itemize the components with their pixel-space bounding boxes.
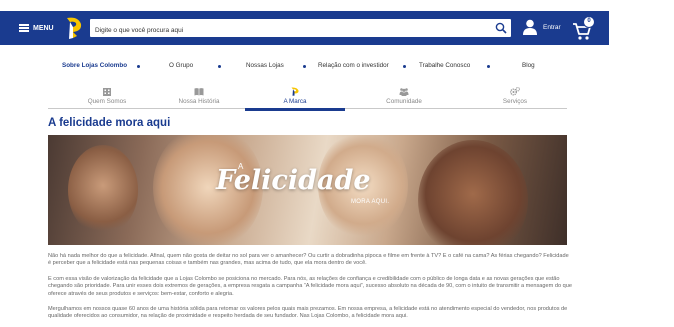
search-input[interactable] bbox=[90, 21, 485, 40]
tab-label: Serviços bbox=[502, 98, 528, 105]
tab-comunidade[interactable]: Comunidade bbox=[354, 87, 454, 109]
about-subnav: Sobre Lojas Colombo O Grupo Nossas Lojas… bbox=[0, 62, 674, 72]
tab-nossa-historia[interactable]: Nossa História bbox=[149, 87, 249, 109]
page-title: A felicidade mora aqui bbox=[48, 117, 171, 129]
about-tabs: Quem Somos Nossa História A Marca Comuni… bbox=[48, 87, 567, 111]
subnav-item-blog[interactable]: Blog bbox=[522, 62, 535, 69]
gears-icon bbox=[510, 87, 520, 96]
subnav-item-lojas[interactable]: Nossas Lojas bbox=[246, 62, 284, 69]
body-paragraph: Mergulhamos em nossos quase 60 anos de u… bbox=[48, 306, 568, 320]
top-header: MENU Entrar 0 bbox=[0, 11, 609, 45]
colombo-logo[interactable] bbox=[64, 15, 84, 41]
people-icon bbox=[399, 88, 409, 96]
tab-quem-somos[interactable]: Quem Somos bbox=[57, 87, 157, 109]
hamburger-icon bbox=[19, 24, 29, 32]
menu-label: MENU bbox=[33, 24, 54, 32]
subnav-item-investidor[interactable]: Relação com o investidor bbox=[318, 62, 389, 69]
tab-a-marca[interactable]: A Marca bbox=[245, 87, 345, 111]
subnav-item-trabalhe[interactable]: Trabalhe Conosco bbox=[419, 62, 470, 69]
separator-dot bbox=[403, 65, 406, 68]
tab-servicos[interactable]: Serviços bbox=[465, 87, 565, 109]
user-icon bbox=[523, 19, 537, 35]
banner-slogan-suffix: MORA AQUI. bbox=[351, 199, 390, 205]
separator-dot bbox=[303, 65, 306, 68]
separator-dot bbox=[137, 65, 140, 68]
cart-count-badge: 0 bbox=[583, 16, 595, 28]
hero-banner: A Felicidade MORA AQUI. bbox=[48, 135, 567, 245]
book-icon bbox=[194, 88, 204, 96]
banner-slogan-headline: Felicidade bbox=[216, 165, 371, 196]
separator-dot bbox=[218, 65, 221, 68]
menu-button[interactable]: MENU bbox=[19, 21, 54, 35]
login-label: Entrar bbox=[543, 23, 561, 31]
tab-label: Quem Somos bbox=[87, 98, 127, 105]
cart-button[interactable]: 0 bbox=[572, 16, 596, 40]
banner-slogan: A Felicidade MORA AQUI. bbox=[48, 135, 567, 245]
search-bar bbox=[90, 19, 511, 40]
body-paragraph: E com essa visão de valorização da felic… bbox=[48, 276, 572, 297]
tab-label: A Marca bbox=[283, 98, 307, 105]
tab-label: Nossa História bbox=[178, 98, 220, 105]
subnav-item-grupo[interactable]: O Grupo bbox=[169, 62, 193, 69]
login-link[interactable]: Entrar bbox=[523, 19, 561, 35]
building-icon bbox=[103, 88, 111, 96]
search-icon[interactable] bbox=[495, 22, 507, 34]
body-paragraph: Não há nada melhor do que a felicidade. … bbox=[48, 253, 569, 267]
tab-label: Comunidade bbox=[386, 98, 422, 105]
subnav-item-sobre[interactable]: Sobre Lojas Colombo bbox=[62, 62, 127, 69]
colombo-logo-icon bbox=[291, 87, 299, 96]
separator-dot bbox=[487, 65, 490, 68]
